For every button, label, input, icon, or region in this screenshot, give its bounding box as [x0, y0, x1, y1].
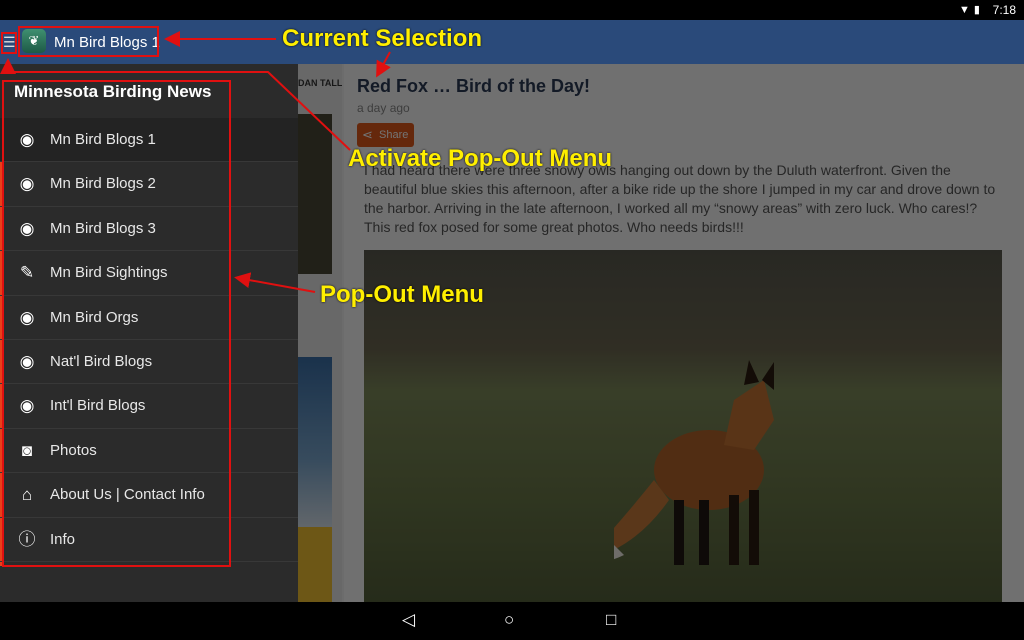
rss-icon: ◉ — [19, 307, 35, 327]
pop-out-menu: Minnesota Birding News ◉ Mn Bird Blogs 1 … — [0, 64, 298, 602]
rss-icon: ◉ — [19, 218, 35, 238]
menu-item-natl-bird-blogs[interactable]: ◉ Nat'l Bird Blogs — [0, 340, 298, 385]
menu-item-mn-bird-sightings[interactable]: ✎ Mn Bird Sightings — [0, 251, 298, 296]
menu-item-label: Mn Bird Orgs — [50, 308, 139, 326]
menu-item-info[interactable]: ⓘ Info — [0, 518, 298, 562]
menu-item-label: Nat'l Bird Blogs — [50, 352, 153, 370]
menu-item-label: Mn Bird Blogs 3 — [50, 219, 156, 237]
fox-photo[interactable] — [364, 250, 1002, 602]
home-icon[interactable]: ○ — [504, 610, 514, 630]
menu-item-label: Int'l Bird Blogs — [50, 397, 146, 415]
system-nav-bar: ◁ ○ □ — [0, 602, 1024, 640]
list-thumbnail[interactable] — [298, 114, 332, 274]
share-button[interactable]: ⋖ Share — [357, 123, 414, 147]
menu-item-label: Mn Bird Blogs 1 — [50, 131, 156, 148]
menu-item-mn-bird-orgs[interactable]: ◉ Mn Bird Orgs — [0, 296, 298, 340]
tree-logo-icon: ❦ — [22, 29, 46, 53]
rss-icon: ◉ — [19, 174, 35, 194]
feather-icon: ✎ — [19, 263, 35, 283]
menu-item-label: Info — [50, 530, 76, 548]
article-body: I had heard there were three snowy owls … — [364, 162, 996, 235]
article-date: a day ago — [357, 101, 410, 115]
menu-item-photos[interactable]: ◙ Photos — [0, 429, 298, 474]
menu-item-intl-bird-blogs[interactable]: ◉ Int'l Bird Blogs — [0, 384, 298, 429]
article: Red Fox … Bird of the Day! a day ago ⋖ Sh… — [344, 64, 1024, 602]
list-thumbnail[interactable] — [298, 357, 332, 527]
menu-item-about-us[interactable]: ⌂ About Us | Contact Info — [0, 473, 298, 518]
wifi-battery-icon: ▼▮ — [959, 4, 984, 16]
menu-item-label: Mn Bird Sightings — [50, 264, 168, 282]
drawer-menu: ◉ Mn Bird Blogs 1 ◉ Mn Bird Blogs 2 ◉ Mn Bi… — [0, 118, 298, 562]
info-icon: ⓘ — [18, 529, 36, 549]
back-icon[interactable]: ◁ — [402, 610, 415, 630]
list-thumbnail[interactable] — [298, 527, 332, 602]
camera-icon: ◙ — [21, 440, 33, 460]
menu-item-label: About Us | Contact Info — [50, 486, 205, 504]
menu-item-mn-bird-blogs-1[interactable]: ◉ Mn Bird Blogs 1 — [0, 118, 298, 163]
article-title[interactable]: Red Fox … Bird of the Day! — [357, 76, 590, 97]
fox-image — [614, 360, 774, 565]
menu-item-label: Photos — [50, 441, 97, 459]
store-icon: ⌂ — [21, 485, 33, 505]
app-title[interactable]: Mn Bird Blogs 1 — [54, 34, 160, 51]
hamburger-icon[interactable]: ☰ — [3, 33, 16, 51]
menu-item-mn-bird-blogs-3[interactable]: ◉ Mn Bird Blogs 3 — [0, 207, 298, 252]
rss-icon: ◉ — [19, 396, 35, 416]
status-bar: ▼▮ 7:18 — [0, 0, 1024, 20]
share-label: Share — [379, 129, 409, 141]
drawer-title: Minnesota Birding News — [14, 82, 212, 101]
list-tab[interactable]: DAN TALL — [298, 78, 342, 88]
clock: 7:18 — [992, 3, 1016, 17]
recents-icon[interactable]: □ — [606, 610, 616, 630]
rss-icon: ◉ — [19, 351, 35, 371]
rss-icon: ◉ — [19, 130, 35, 149]
menu-item-label: Mn Bird Blogs 2 — [50, 175, 156, 193]
share-icon: ⋖ — [362, 127, 373, 142]
menu-item-mn-bird-blogs-2[interactable]: ◉ Mn Bird Blogs 2 — [0, 162, 298, 207]
